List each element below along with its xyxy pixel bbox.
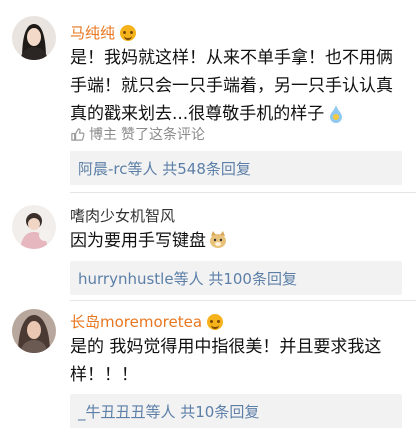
doge-emoji-icon: [208, 230, 228, 250]
vip-emoji-icon: [207, 313, 224, 330]
comment-text: 是！我妈就这样！从来不单手拿！也不用俩手端！就只会一只手端着，另一只手认认真真的…: [70, 48, 393, 124]
sweat-emoji-icon: [326, 103, 346, 123]
vip-emoji-icon: [120, 24, 137, 41]
avatar[interactable]: [12, 205, 56, 249]
comment-author[interactable]: 马纯纯: [70, 22, 137, 43]
reply-summary-button[interactable]: _牛丑丑丑等人 共10条回复: [70, 394, 402, 428]
comment-author[interactable]: 嗜肉少女机智风: [70, 205, 175, 226]
comment-item: 马纯纯 是！我妈就这样！从来不单手拿！也不用俩手端！就只会一只手端着，另一只手认…: [0, 0, 416, 190]
comment-item: 嗜肉少女机智风 因为要用手写键盘 hurrynhustle等人 共100条回复: [0, 193, 416, 298]
thumbs-up-icon: [71, 128, 85, 141]
reply-summary-button[interactable]: 阿晨-rc等人 共548条回复: [70, 151, 402, 185]
comment-item: 长岛moremoretea 是的 我妈觉得用中指很美！并且要求我这样！！！ _牛…: [0, 301, 416, 438]
liked-by-author: 博主 赞了这条评论: [70, 124, 205, 144]
reply-summary-button[interactable]: hurrynhustle等人 共100条回复: [70, 261, 402, 295]
avatar[interactable]: [12, 309, 56, 353]
avatar[interactable]: [12, 16, 56, 60]
comment-text: 因为要用手写键盘: [70, 227, 396, 255]
comment-text: 是的 我妈觉得用中指很美！并且要求我这样！！！: [70, 337, 382, 385]
comment-author[interactable]: 长岛moremoretea: [70, 311, 224, 332]
